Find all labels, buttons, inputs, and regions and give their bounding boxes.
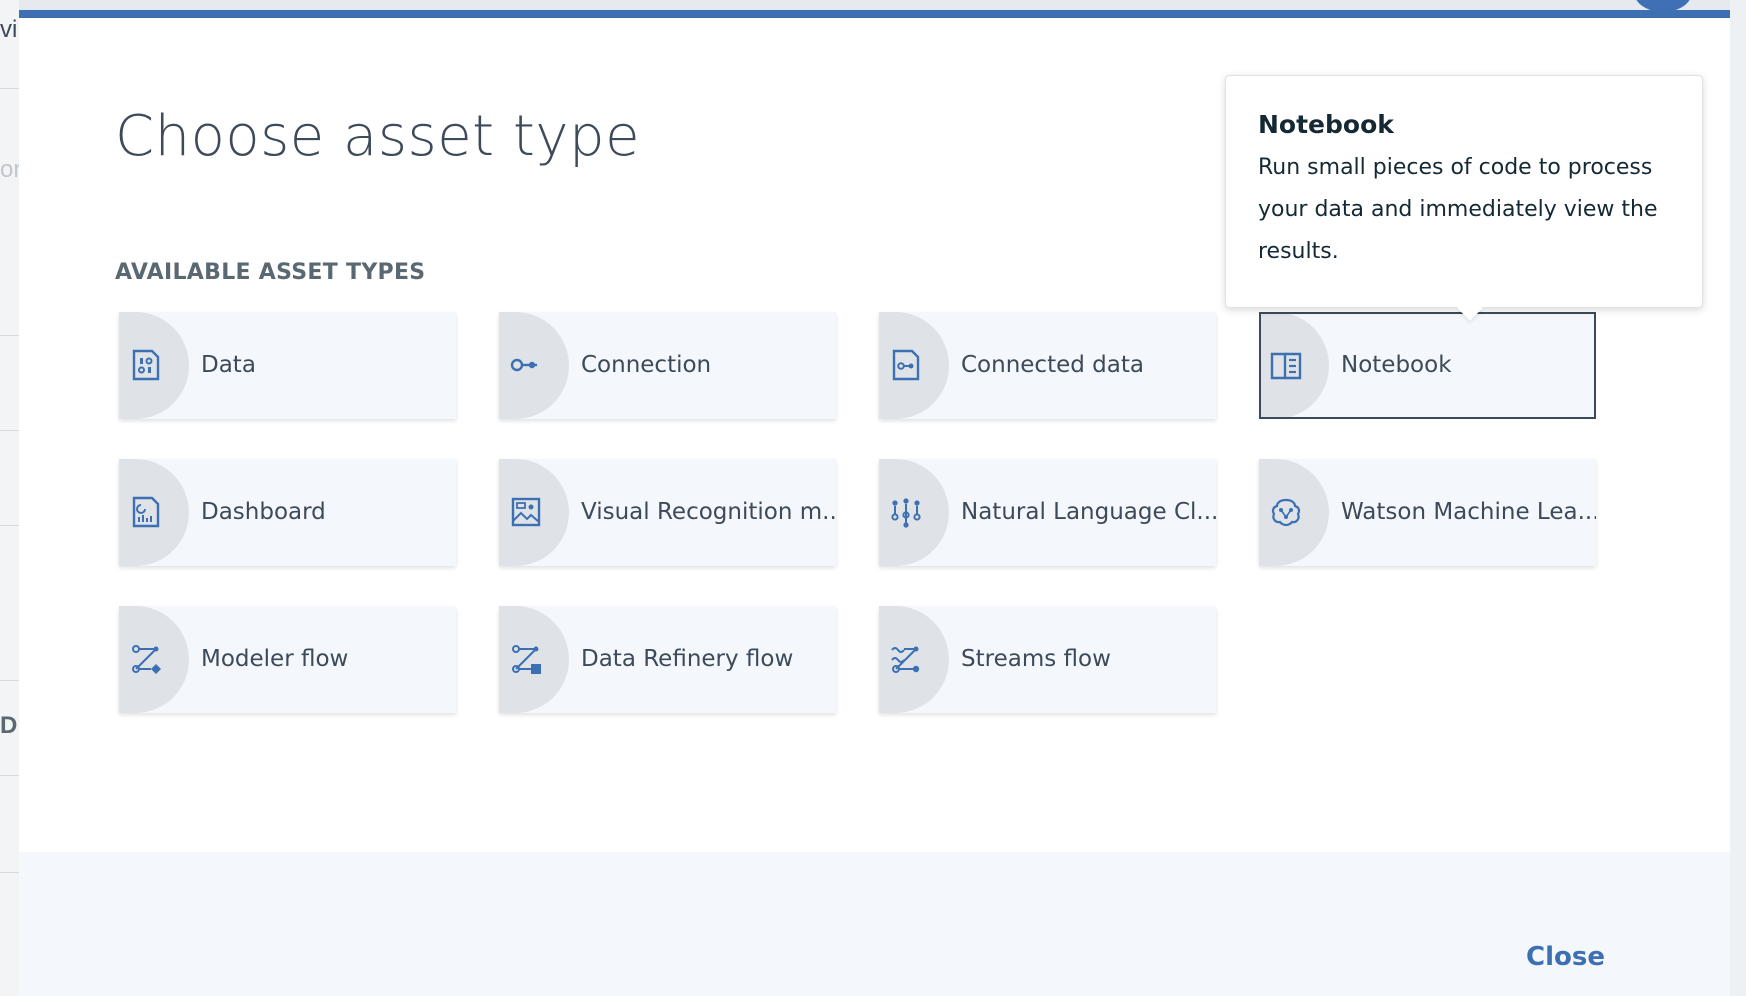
tile-label: Connected data [961,352,1144,378]
close-button[interactable]: Close [1526,942,1605,972]
tile-label: Dashboard [201,499,326,525]
modeler-flow-icon [132,645,161,674]
data-icon [132,349,160,381]
streams-flow-icon [891,646,920,673]
notebook-tooltip: Notebook Run small pieces of code to pro… [1225,75,1703,308]
tile-label: Data Refinery flow [581,646,794,672]
background-page-edge-right [1730,0,1746,996]
tile-connection[interactable]: Connection [499,312,836,419]
tile-data-refinery-flow[interactable]: Data Refinery flow [499,606,836,713]
tile-label: Natural Language Cl... [961,499,1216,525]
background-text-fragment: D [0,712,18,739]
tile-label: Streams flow [961,646,1111,672]
divider [0,872,19,873]
tile-label: Notebook [1341,352,1452,378]
tile-dashboard[interactable]: Dashboard [119,459,456,566]
tile-notebook[interactable]: Notebook [1259,312,1596,419]
natural-language-classifier-icon [891,498,921,528]
background-text-fragment: or [0,156,19,183]
tile-modeler-flow[interactable]: Modeler flow [119,606,456,713]
background-page-edge: vi or D [0,0,19,996]
dashboard-icon [132,496,160,528]
divider [0,88,19,89]
tile-visual-recognition[interactable]: Visual Recognition m... [499,459,836,566]
tile-label: Data [201,352,256,378]
divider [0,680,19,681]
section-heading: AVAILABLE ASSET TYPES [115,260,426,285]
asset-type-grid: Data Connection Connected data Notebook … [119,312,1619,713]
modal-footer: Close [19,852,1730,996]
tile-data[interactable]: Data [119,312,456,419]
connection-icon [510,358,537,372]
background-text-fragment: vi [0,16,18,43]
tile-streams-flow[interactable]: Streams flow [879,606,1216,713]
tile-natural-language-classifier[interactable]: Natural Language Cl... [879,459,1216,566]
data-refinery-flow-icon [512,645,541,674]
notebook-icon [1270,352,1302,380]
tile-label: Visual Recognition m... [581,499,836,525]
modal-title: Choose asset type [115,104,641,169]
divider [0,335,19,336]
tooltip-body: Run small pieces of code to process your… [1258,155,1658,264]
choose-asset-type-modal: Choose asset type AVAILABLE ASSET TYPES … [19,10,1730,996]
tooltip-title: Notebook [1258,110,1394,139]
divider [0,430,19,431]
tile-label: Connection [581,352,712,378]
machine-learning-icon [1271,498,1301,527]
connected-data-icon [892,349,920,381]
visual-recognition-icon [511,497,541,527]
divider [0,525,19,526]
divider [0,775,19,776]
tile-label: Modeler flow [201,646,349,672]
tile-watson-machine-learning[interactable]: Watson Machine Lea... [1259,459,1596,566]
tile-connected-data[interactable]: Connected data [879,312,1216,419]
tile-label: Watson Machine Lea... [1341,499,1596,525]
